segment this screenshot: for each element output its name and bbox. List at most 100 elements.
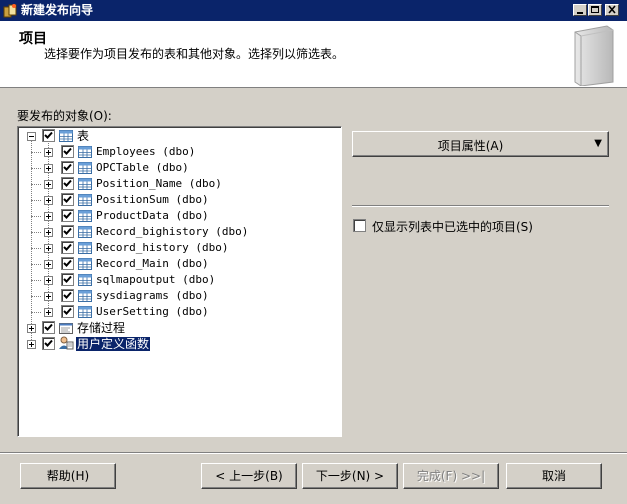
expand-toggle[interactable] [44,164,53,173]
checkmark-icon [44,323,53,331]
table-icon [78,274,92,286]
plus-icon [29,342,34,347]
table-checkbox[interactable] [61,193,74,206]
tree-connector [31,216,41,218]
minimize-button[interactable] [573,4,587,16]
tree-connector [31,296,41,298]
window-title: 新建发布向导 [21,3,94,17]
table-name: ProductData (dbo) [96,209,209,222]
page-description: 选择要作为项目发布的表和其他对象。选择列以筛选表。 [44,47,345,61]
show-checked-only-label: 仅显示列表中已选中的项目(S) [372,220,533,234]
table-name: Record_bighistory (dbo) [96,225,249,238]
tables-checkbox[interactable] [42,129,55,142]
table-checkbox[interactable] [61,209,74,222]
objects-to-publish-label: 要发布的对象(O): [17,109,112,123]
table-checkbox[interactable] [61,289,74,302]
tree-connector [31,312,41,314]
minus-icon [29,136,34,137]
expand-toggle[interactable] [27,340,36,349]
objects-tree[interactable]: 表 Employees (dbo) OPCTable (dbo) Position_… [17,126,342,437]
maximize-button[interactable] [588,4,602,16]
expand-toggle[interactable] [44,148,53,157]
table-checkbox[interactable] [61,305,74,318]
table-row[interactable]: Position_Name (dbo) [18,176,338,192]
expand-toggle[interactable] [44,308,53,317]
table-row[interactable]: sqlmapoutput (dbo) [18,272,338,288]
table-icon [78,242,92,254]
table-row[interactable]: ProductData (dbo) [18,208,338,224]
expand-toggle[interactable] [44,196,53,205]
wizard-app-icon [3,4,17,18]
tree-node-label: 用户定义函数 [74,336,152,352]
table-checkbox[interactable] [61,177,74,190]
table-checkbox[interactable] [61,145,74,158]
plus-icon [46,214,51,219]
table-row[interactable]: Record_Main (dbo) [18,256,338,272]
plus-icon [46,198,51,203]
table-row[interactable]: Employees (dbo) [18,144,338,160]
table-checkbox[interactable] [61,257,74,270]
table-icon [78,210,92,222]
expand-toggle[interactable] [44,228,53,237]
tree-node-tables[interactable]: 表 [18,128,338,144]
checkmark-icon [63,179,72,187]
table-row[interactable]: UserSetting (dbo) [18,304,338,320]
table-name: Record_Main (dbo) [96,257,209,270]
table-checkbox[interactable] [61,225,74,238]
cancel-button[interactable]: 取消 [506,463,602,489]
plus-icon [46,150,51,155]
checkmark-icon [63,227,72,235]
next-button[interactable]: 下一步(N) > [302,463,398,489]
help-button[interactable]: 帮助(H) [20,463,116,489]
table-row[interactable]: OPCTable (dbo) [18,160,338,176]
table-checkbox[interactable] [61,161,74,174]
expand-toggle[interactable] [44,180,53,189]
checkmark-icon [63,211,72,219]
table-checkbox[interactable] [61,241,74,254]
table-row[interactable]: PositionSum (dbo) [18,192,338,208]
show-checked-only-checkbox[interactable] [353,219,366,232]
plus-icon [46,310,51,315]
plus-icon [29,326,34,331]
expand-toggle[interactable] [27,324,36,333]
tree-connector [31,184,41,186]
plus-icon [46,262,51,267]
stored-procedures-checkbox[interactable] [42,321,55,334]
plus-icon [46,182,51,187]
publication-book-icon [574,25,614,86]
stored-procedure-icon [59,323,73,334]
table-icon [78,194,92,206]
tree-connector [31,264,41,266]
collapse-toggle[interactable] [27,132,36,141]
expand-toggle[interactable] [44,260,53,269]
tree-node-user-functions[interactable]: 用户定义函数 [18,336,338,352]
checkmark-icon [63,275,72,283]
plus-icon [46,246,51,251]
tree-node-stored-procedures[interactable]: 存储过程 [18,320,338,336]
table-checkbox[interactable] [61,273,74,286]
close-window-button[interactable] [605,4,619,16]
tree-connector [31,232,41,234]
tree-connector [31,200,41,202]
back-button[interactable]: < 上一步(B) [201,463,297,489]
expand-toggle[interactable] [44,244,53,253]
tree-connector [31,248,41,250]
tree-node-label: 存储过程 [77,321,126,335]
title-bar[interactable]: 新建发布向导 [0,0,627,21]
table-icon [78,306,92,318]
expand-toggle[interactable] [44,212,53,221]
finish-button[interactable]: 完成(F) >>| [403,463,499,489]
expand-toggle[interactable] [44,276,53,285]
wizard-window: 新建发布向导 项目 选择要作为项目发布的表和其他对象。选择列以筛选表。 要发布的… [0,0,627,504]
table-row[interactable]: Record_bighistory (dbo) [18,224,338,240]
table-row[interactable]: Record_history (dbo) [18,240,338,256]
item-properties-button[interactable]: 项目属性(A) ▼ [352,131,609,157]
table-row[interactable]: sysdiagrams (dbo) [18,288,338,304]
user-functions-checkbox[interactable] [42,337,55,350]
footer-separator [0,452,627,454]
table-name: PositionSum (dbo) [96,193,209,206]
table-icon [78,258,92,270]
expand-toggle[interactable] [44,292,53,301]
separator [352,205,609,207]
table-icon [78,146,92,158]
